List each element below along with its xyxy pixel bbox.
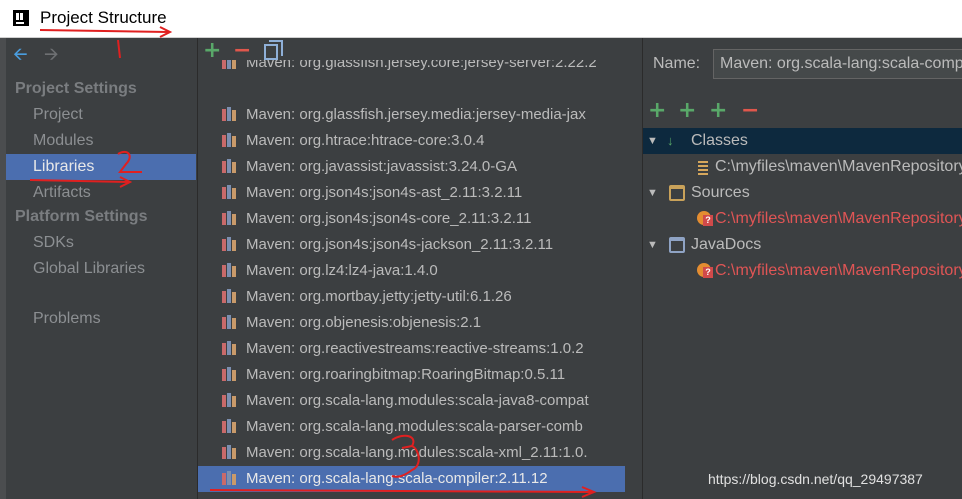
library-list[interactable]: Maven: org.glassfish.jersey.core:jersey-… [198,60,642,499]
sidebar-item-problems[interactable]: Problems [6,306,196,332]
sidebar-item-project[interactable]: Project [6,102,196,128]
expanded-triangle-icon[interactable]: ▼ [647,128,658,154]
list-item[interactable]: Maven: org.scala-lang.modules:scala-pars… [222,414,626,440]
expanded-triangle-icon[interactable]: ▼ [647,180,658,206]
library-icon [222,315,238,329]
library-list-pane: + − Maven: org.glassfish.jersey.core:jer… [198,38,642,499]
library-icon [222,211,238,225]
tree-node-classes-path[interactable]: C:\myfiles\maven\MavenRepository [643,154,962,180]
list-item[interactable]: Maven: org.scala-lang.modules:scala-xml_… [222,440,626,466]
library-icon [222,133,238,147]
list-item[interactable]: Maven: org.reactivestreams:reactive-stre… [222,336,626,362]
classes-icon: ↓ [667,133,674,148]
sidebar-item-artifacts[interactable]: Artifacts [6,180,196,206]
intellij-app-icon [13,10,29,26]
tree-node-sources-path[interactable]: C:\myfiles\maven\MavenRepository [643,206,962,232]
library-icon [222,237,238,251]
copy-library-icon[interactable] [264,40,283,60]
list-item[interactable]: Maven: org.scala-lang.modules:scala-java… [222,388,626,414]
library-icon [222,445,238,459]
list-scrollbar[interactable] [627,60,639,499]
library-icon [222,263,238,277]
sidebar-item-sdks[interactable]: SDKs [6,230,196,256]
library-icon [222,289,238,303]
library-icon [222,185,238,199]
add-root-icon[interactable]: + [648,100,666,122]
remove-library-icon[interactable]: − [233,40,251,62]
folder-icon [669,237,685,253]
list-item[interactable]: Maven: org.lz4:lz4-java:1.4.0 [222,258,626,284]
roots-toolbar: + + + − [643,98,962,126]
missing-file-icon [697,211,713,226]
folder-icon [669,185,685,201]
platform-settings-header: Platform Settings [15,208,148,225]
jar-icon [698,159,708,175]
library-icon [222,419,238,433]
list-item[interactable]: Maven: org.objenesis:objenesis:2.1 [222,310,626,336]
tree-node-javadocs-path[interactable]: C:\myfiles\maven\MavenRepository [643,258,962,284]
back-arrow-icon[interactable]: 🡨 [13,46,28,64]
list-item[interactable]: Maven: org.json4s:json4s-ast_2.11:3.2.11 [222,180,626,206]
list-item-selected[interactable]: Maven: org.scala-lang:scala-compiler:2.1… [198,466,625,492]
list-item[interactable]: Maven: org.json4s:json4s-core_2.11:3.2.1… [222,206,626,232]
sidebar-item-modules[interactable]: Modules [6,128,196,154]
list-item[interactable]: Maven: org.json4s:json4s-jackson_2.11:3.… [222,232,626,258]
expanded-triangle-icon[interactable]: ▼ [647,232,658,258]
remove-root-icon[interactable]: − [741,100,759,122]
library-icon [222,341,238,355]
forward-arrow-icon[interactable]: 🡪 [44,46,59,64]
title-bar: Project Structure [0,0,962,38]
name-label: Name: [653,55,701,72]
library-icon [222,60,238,69]
library-icon [222,393,238,407]
tree-node-sources[interactable]: ▼ Sources [643,180,962,206]
library-icon [222,159,238,173]
list-item[interactable]: Maven: org.htrace:htrace-core:3.0.4 [222,128,626,154]
list-item[interactable]: Maven: org.roaringbitmap:RoaringBitmap:0… [222,362,626,388]
window-title: Project Structure [40,8,167,27]
tree-node-classes[interactable]: ▼ ↓ Classes [643,128,962,154]
list-item[interactable]: Maven: org.glassfish.jersey.core:jersey-… [222,60,626,76]
library-icon [222,367,238,381]
library-icon [222,107,238,121]
list-item[interactable]: Maven: org.javassist:javassist:3.24.0-GA [222,154,626,180]
sidebar-item-libraries[interactable]: Libraries [6,154,196,180]
library-icon [222,471,238,485]
list-item[interactable]: Maven: org.mortbay.jetty:jetty-util:6.1.… [222,284,626,310]
library-name-input[interactable]: Maven: org.scala-lang:scala-compiler:2.1… [713,49,962,79]
watermark: https://blog.csdn.net/qq_29497387 [708,471,923,487]
sidebar-item-global-libraries[interactable]: Global Libraries [6,256,196,282]
attach-classes-icon[interactable]: + [678,100,696,122]
project-settings-header: Project Settings [15,80,137,97]
library-detail-pane: Name: Maven: org.scala-lang:scala-compil… [643,38,962,499]
tree-node-javadocs[interactable]: ▼ JavaDocs [643,232,962,258]
attach-jar-icon[interactable]: + [709,100,727,122]
list-item[interactable]: Maven: org.glassfish.jersey.media:jersey… [222,102,626,128]
missing-file-icon [697,263,713,278]
add-library-icon[interactable]: + [203,40,221,62]
